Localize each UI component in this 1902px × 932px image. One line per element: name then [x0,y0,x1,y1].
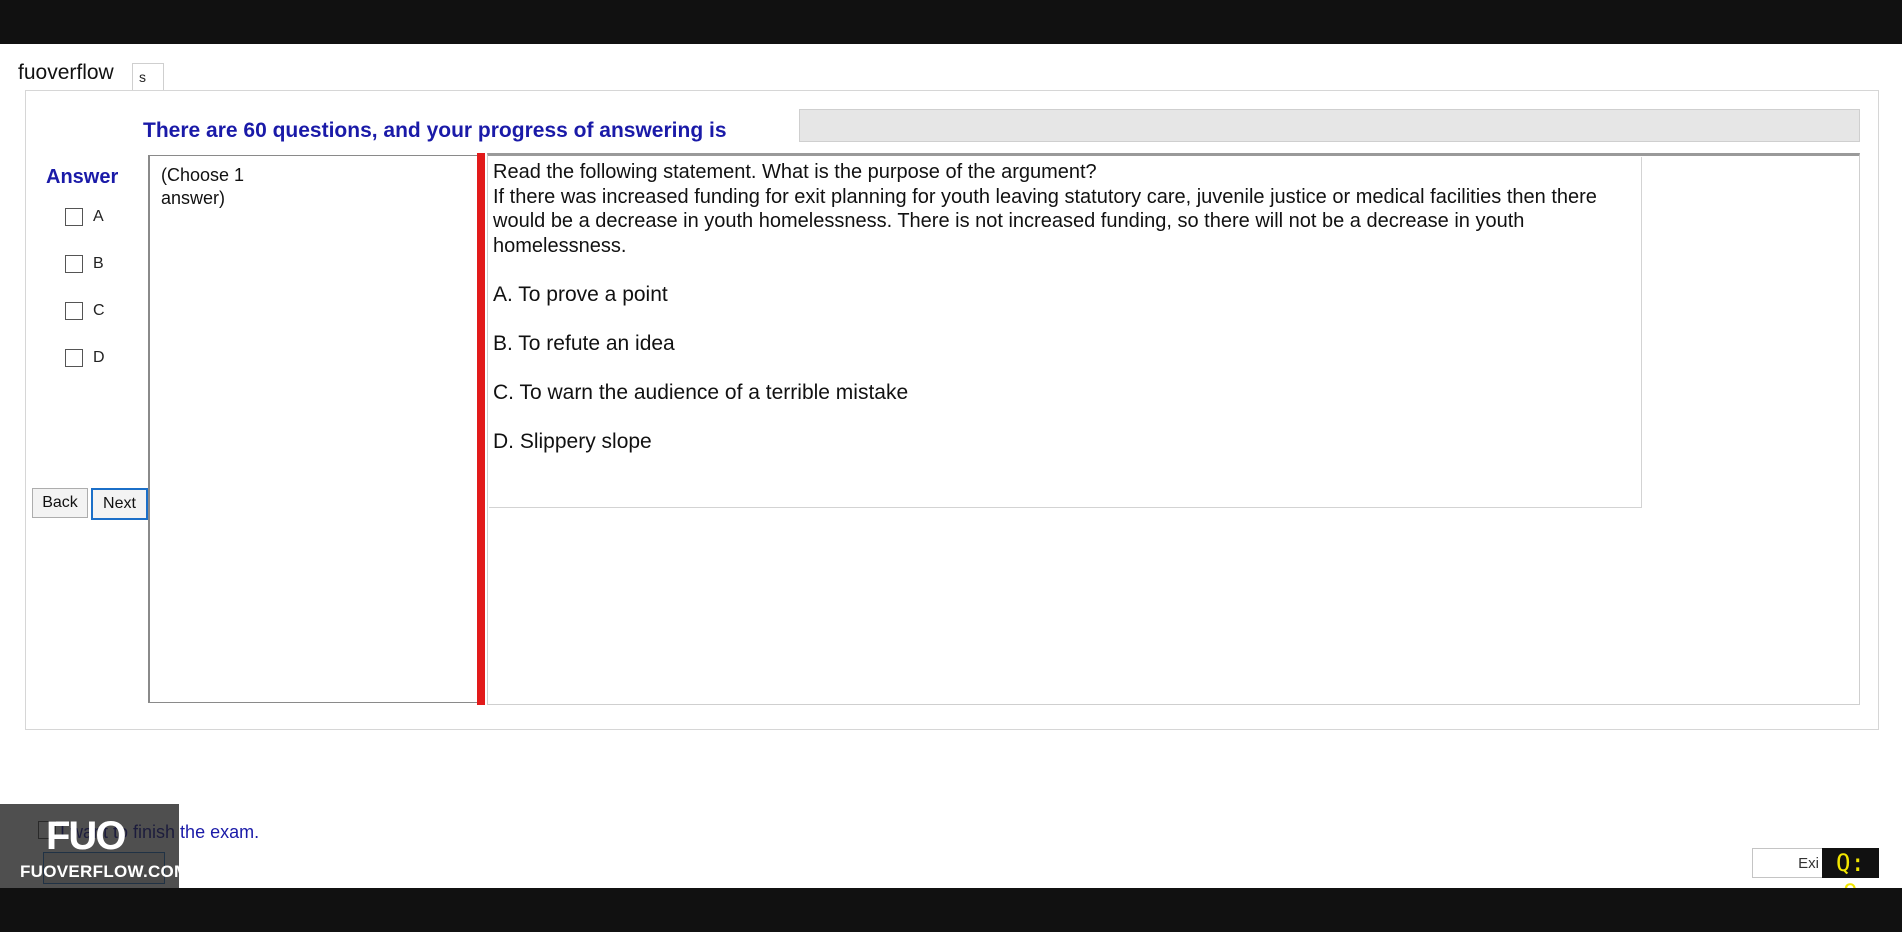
watermark-site: FUOVERFLOW.COM [20,862,189,881]
question-option-a: A. To prove a point [493,283,668,306]
answer-option-c[interactable]: C [65,302,105,320]
choose-hint: (Choose 1 answer) [161,165,245,208]
choose-panel [148,155,481,703]
question-statement: Read the following statement. What is th… [493,160,1613,258]
question-option-c: C. To warn the audience of a terrible mi… [493,381,909,404]
top-black-bar [0,0,1902,44]
question-passage: If there was increased funding for exit … [493,185,1597,257]
checkbox-b[interactable] [65,255,83,273]
checkbox-a[interactable] [65,208,83,226]
divider-red [477,153,485,705]
answer-option-label: B [93,255,104,272]
question-prompt: Read the following statement. What is th… [493,161,1097,183]
answer-option-label: D [93,349,105,366]
question-option-b: B. To refute an idea [493,332,675,355]
answer-option-b[interactable]: B [65,255,104,273]
tab-label: s [139,69,146,85]
tab-partial[interactable]: s [132,63,164,91]
progress-bar [799,109,1860,142]
answer-title: Answer [46,166,119,188]
answer-option-label: A [93,208,104,225]
watermark-logo: FUO FUOVERFLOW.COM [0,804,188,888]
progress-label: There are 60 questions, and your progres… [143,119,727,142]
back-button[interactable]: Back [32,488,88,518]
checkbox-d[interactable] [65,349,83,367]
next-button[interactable]: Next [91,488,148,520]
answer-option-a[interactable]: A [65,208,104,226]
exit-button[interactable]: Exi [1752,848,1824,878]
answer-option-label: C [93,302,105,319]
question-counter: Q: 9 [1822,848,1879,907]
answer-option-d[interactable]: D [65,349,105,367]
checkbox-c[interactable] [65,302,83,320]
bottom-black-bar [0,888,1902,932]
brand-label: fuoverflow [18,61,114,85]
question-option-d: D. Slippery slope [493,430,652,453]
watermark-logo-text: FUO [46,814,126,858]
